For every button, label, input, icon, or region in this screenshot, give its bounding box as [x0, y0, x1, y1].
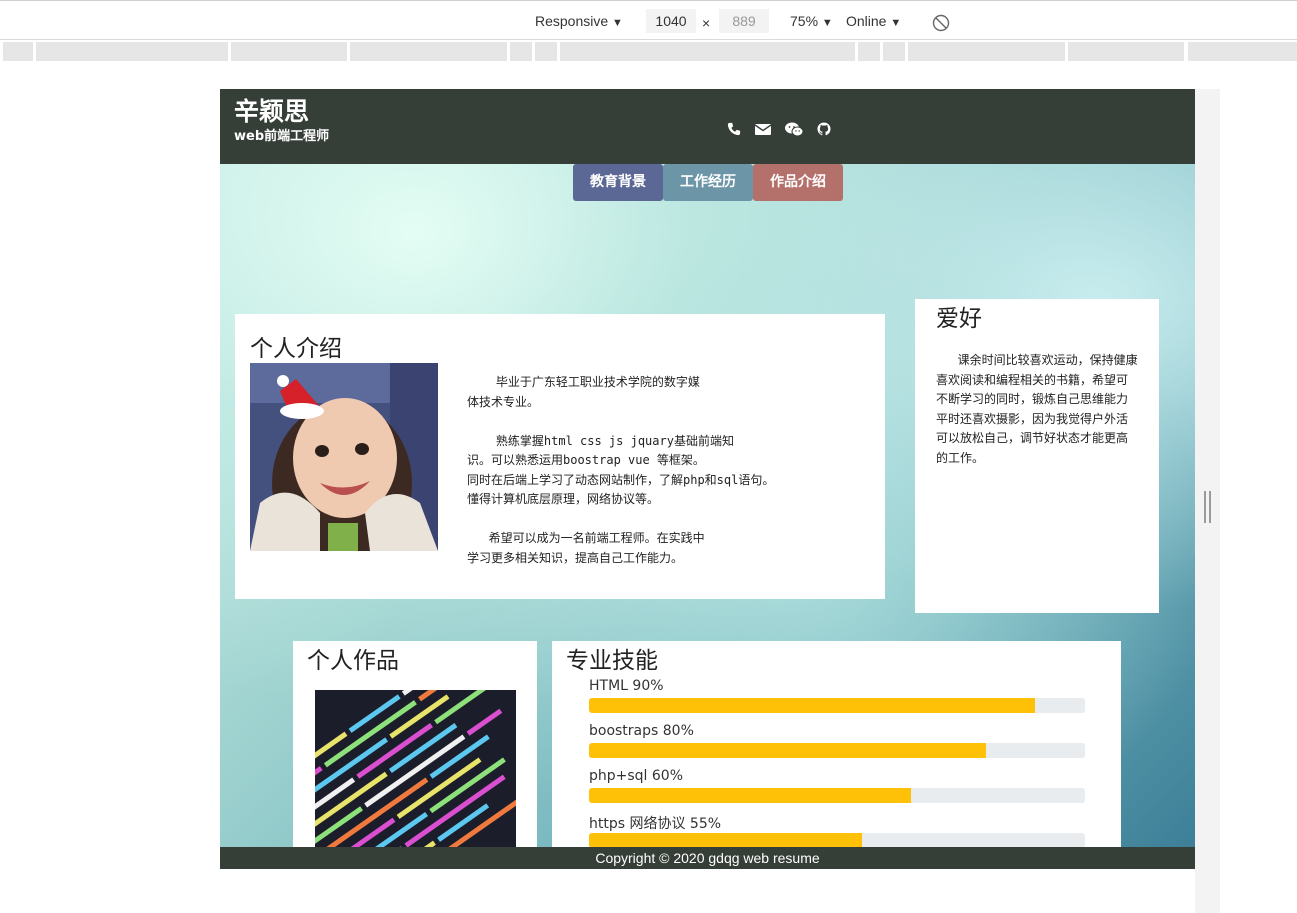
skill-item: php+sql 60%	[589, 768, 1085, 803]
skill-progress-bar	[589, 743, 1085, 758]
intro-line: 希望可以成为一名前端工程师。在实践中	[467, 531, 705, 545]
skill-progress-fill	[589, 698, 1036, 713]
zoom-select[interactable]: 75% ▼	[790, 13, 833, 29]
intro-text: 毕业于广东轻工职业技术学院的数字媒 体技术专业。 熟练掌握html css js…	[467, 373, 827, 568]
works-card: 个人作品	[293, 641, 537, 913]
envelope-icon[interactable]	[755, 122, 771, 136]
skills-card: 专业技能 HTML 90% boostraps 80% php+sql 60% …	[552, 641, 1121, 913]
github-icon[interactable]	[817, 122, 831, 136]
skill-progress-fill	[589, 833, 862, 848]
intro-line: 识。可以熟悉运用boostrap vue 等框架。	[467, 453, 705, 467]
skill-progress-fill	[589, 788, 912, 803]
phone-icon[interactable]	[727, 122, 741, 136]
resize-handle[interactable]	[1204, 491, 1211, 523]
intro-line	[467, 510, 827, 530]
intro-line	[467, 412, 827, 432]
intro-line: 懂得计算机底层原理，网络协议等。	[467, 492, 660, 506]
media-query-ruler	[0, 41, 1297, 61]
skill-item: https 网络协议 55%	[589, 813, 1085, 848]
devtools-toolbar: Responsive ▼ 1040 × 889 75% ▼ Online ▼	[0, 0, 1297, 40]
skill-item: HTML 90%	[589, 678, 1085, 713]
works-title: 个人作品	[307, 648, 399, 674]
zoom-label: 75%	[790, 13, 819, 29]
skill-label: HTML 90%	[589, 678, 664, 694]
content-background: 教育背景 工作经历 作品介绍 个人介绍 毕业于广东轻工职业技术学院的数字媒 体技…	[220, 164, 1195, 913]
skills-title: 专业技能	[566, 648, 658, 674]
device-label: Responsive	[535, 13, 609, 29]
network-select[interactable]: Online ▼	[846, 13, 901, 29]
hobby-title: 爱好	[936, 306, 982, 332]
tab-portfolio[interactable]: 作品介绍	[753, 164, 843, 201]
intro-card: 个人介绍 毕业于广东轻工职业技术学院的数字媒 体技术专业。 熟练掌握html c…	[235, 314, 885, 599]
skill-label: php+sql 60%	[589, 768, 684, 784]
intro-line: 同时在后端上学习了动态网站制作，了解php和sql语句。	[467, 472, 775, 487]
contact-icons	[727, 122, 831, 137]
hobby-line: 平时还喜欢摄影，因为我觉得户外活	[936, 411, 1129, 426]
hobby-line: 可以放松自己，调节好状态才能更高	[936, 431, 1129, 445]
intro-line: 熟练掌握html css js jquary基础前端知	[467, 433, 734, 448]
skill-progress-bar	[589, 698, 1085, 713]
page-header: 辛颖思 web前端工程师	[220, 89, 1195, 164]
resume-page: 辛颖思 web前端工程师 教育背景 工作经历 作品介绍 个人介绍 毕业于广东轻工…	[220, 89, 1195, 913]
skill-item: boostraps 80%	[589, 723, 1085, 758]
hobby-text: 课余时间比较喜欢运动，保持健康 喜欢阅读和编程相关的书籍，希望可 不断学习的同时…	[936, 351, 1159, 468]
hobby-card: 爱好 课余时间比较喜欢运动，保持健康 喜欢阅读和编程相关的书籍，希望可 不断学习…	[915, 299, 1159, 613]
code-screenshot-image[interactable]	[315, 690, 516, 867]
job-title: web前端工程师	[234, 129, 330, 144]
intro-line: 体技术专业。	[467, 394, 540, 409]
hobby-line: 课余时间比较喜欢运动，保持健康	[936, 353, 1138, 367]
section-tabs: 教育背景 工作经历 作品介绍	[573, 164, 843, 201]
tab-work-experience[interactable]: 工作经历	[663, 164, 753, 201]
rotate-icon[interactable]	[932, 14, 950, 32]
intro-title: 个人介绍	[250, 336, 342, 362]
person-name: 辛颖思	[234, 97, 310, 126]
skill-progress-fill	[589, 743, 986, 758]
avatar	[250, 363, 438, 551]
page-footer: Copyright © 2020 gdqg web resume	[220, 847, 1195, 869]
hobby-line: 不断学习的同时，锻炼自己思维能力	[936, 392, 1129, 406]
hobby-line: 喜欢阅读和编程相关的书籍，希望可	[936, 372, 1129, 387]
chevron-down-icon: ▼	[890, 17, 902, 29]
network-label: Online	[846, 13, 887, 29]
chevron-down-icon: ▼	[612, 17, 623, 29]
chevron-down-icon: ▼	[821, 17, 833, 29]
intro-line: 毕业于广东轻工职业技术学院的数字媒	[467, 375, 700, 389]
height-input[interactable]: 889	[719, 9, 769, 33]
skill-label: boostraps 80%	[589, 723, 694, 739]
hobby-line: 的工作。	[936, 450, 985, 465]
tab-education[interactable]: 教育背景	[573, 164, 663, 201]
width-input[interactable]: 1040	[646, 9, 696, 33]
times-icon: ×	[702, 15, 711, 31]
skill-label: https 网络协议 55%	[589, 816, 722, 832]
device-select[interactable]: Responsive ▼	[535, 13, 623, 29]
wechat-icon[interactable]	[785, 122, 803, 137]
skill-progress-bar	[589, 833, 1085, 848]
skill-progress-bar	[589, 788, 1085, 803]
intro-line: 学习更多相关知识，提高自己工作能力。	[467, 550, 684, 565]
